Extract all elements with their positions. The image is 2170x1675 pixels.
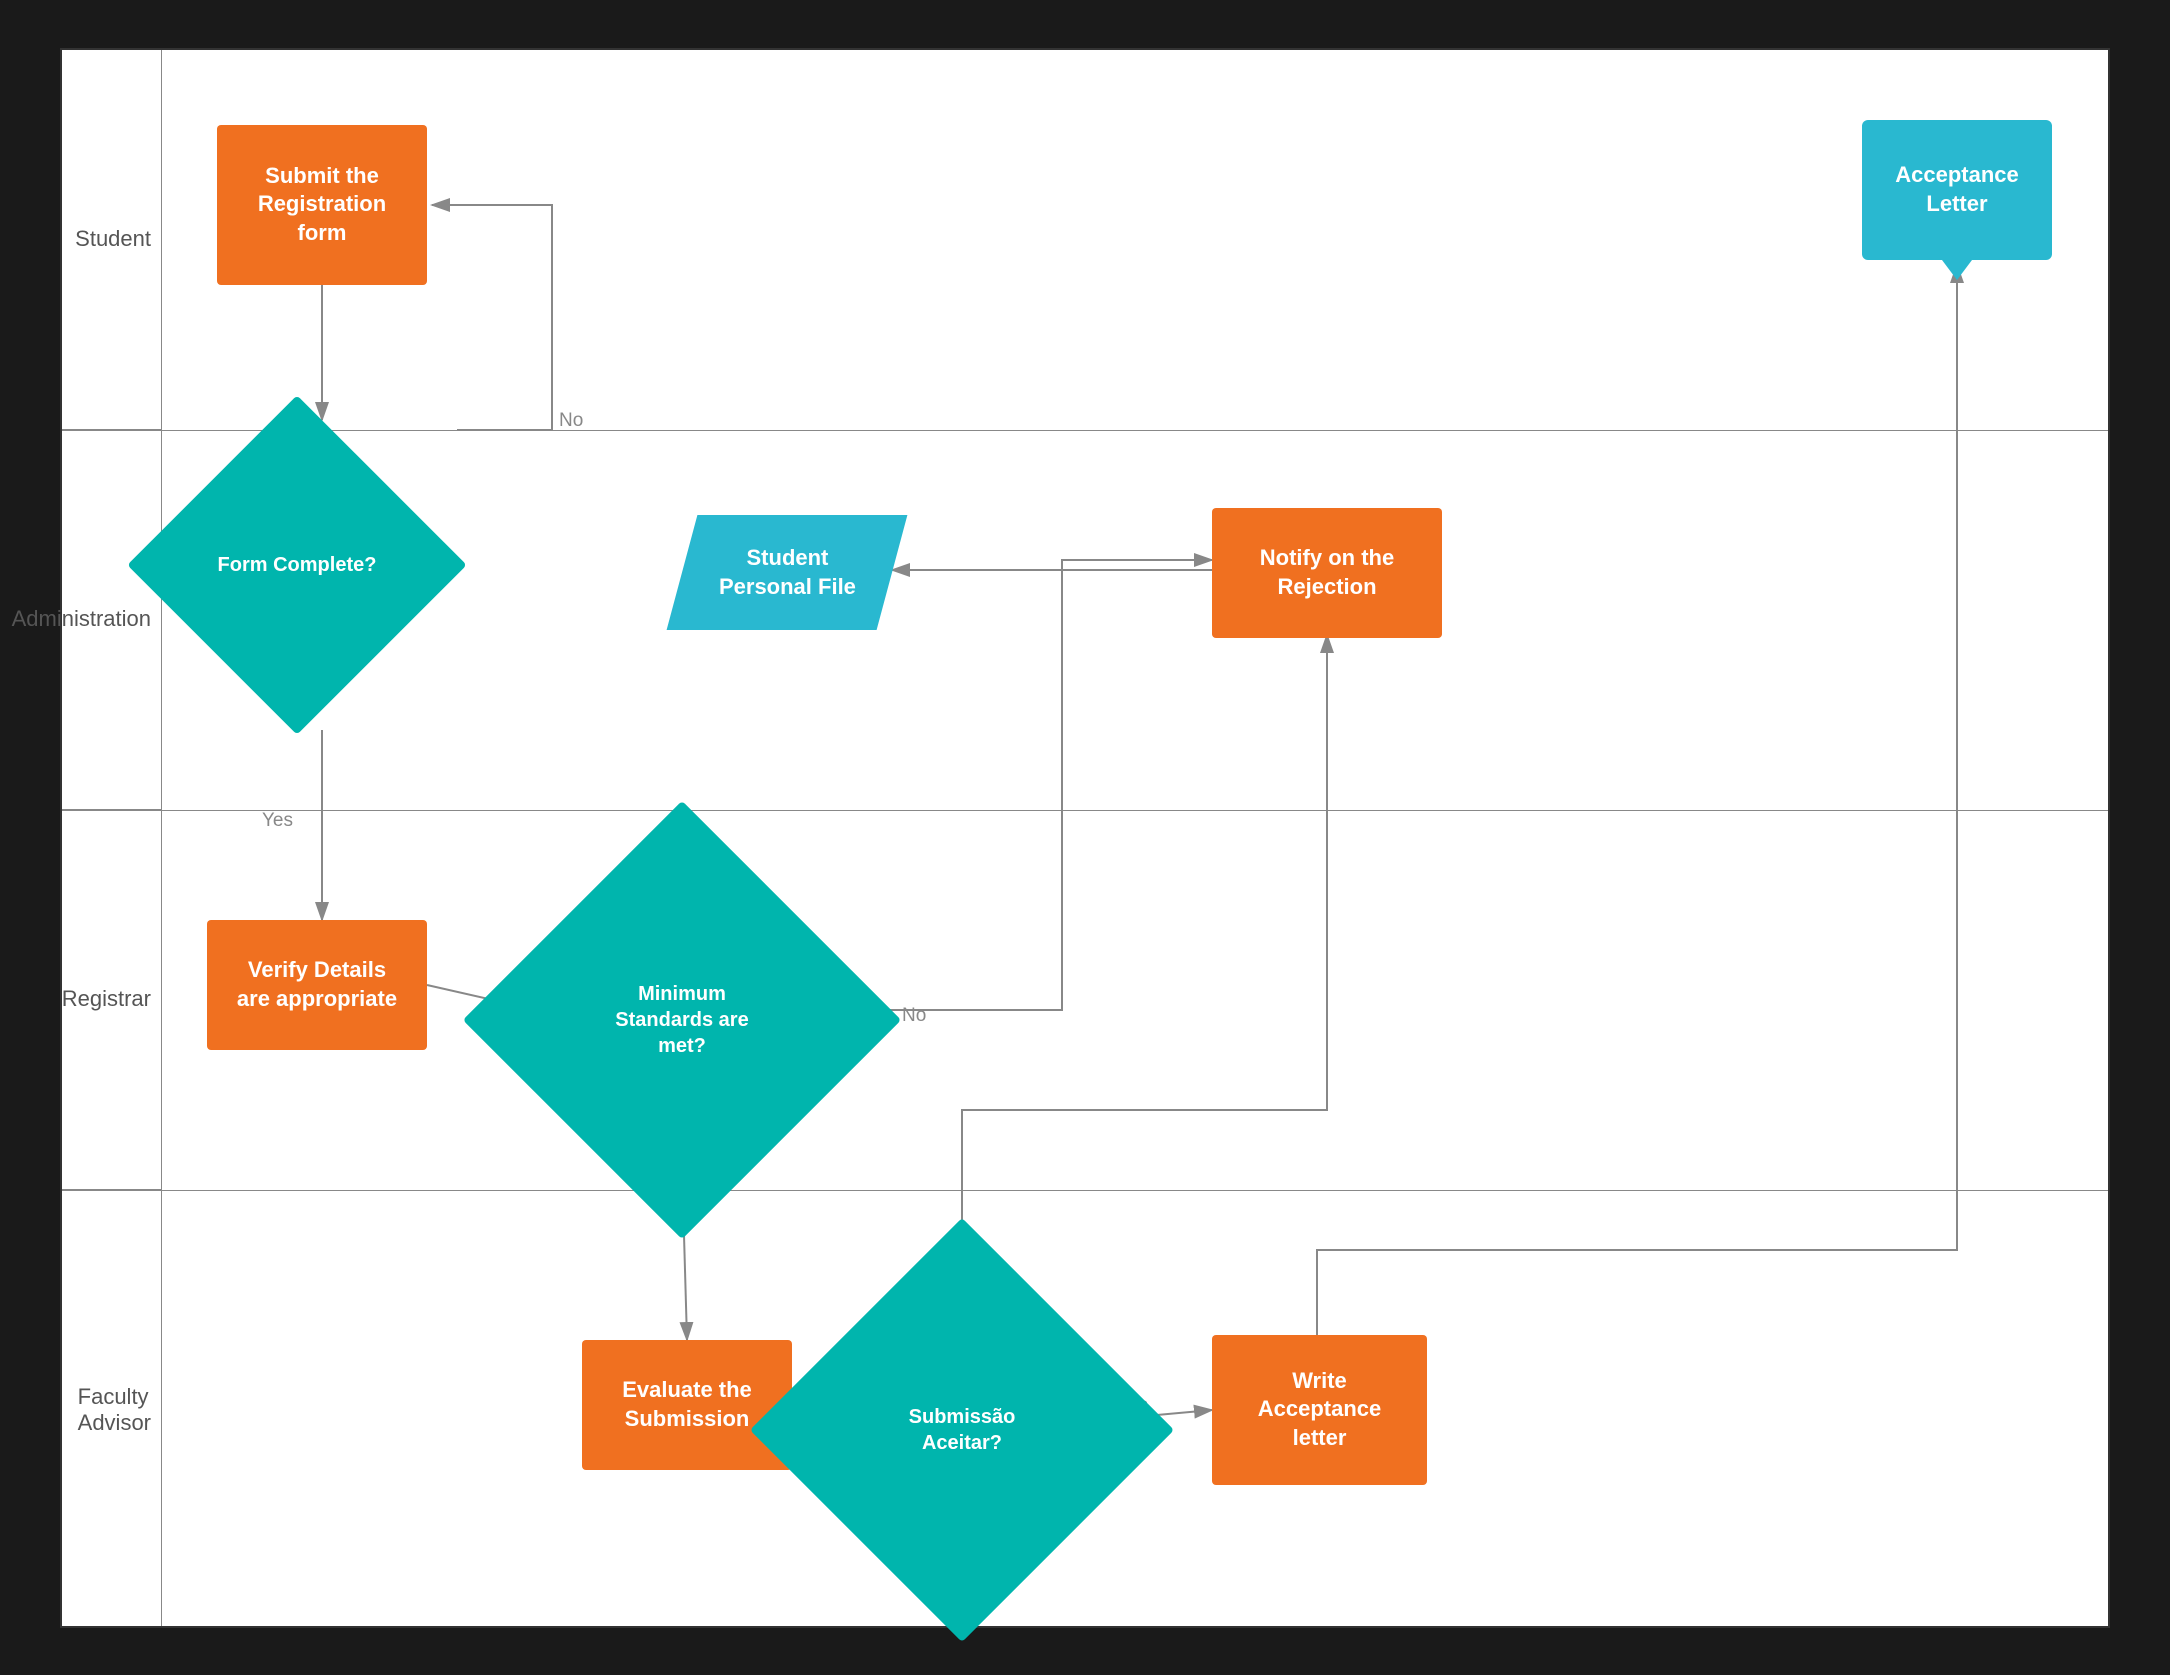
- swimlane-administration: Administration: [62, 430, 161, 810]
- divider-1: [62, 430, 2108, 432]
- verify-details-rect: Verify Detailsare appropriate: [207, 920, 427, 1050]
- write-acceptance-rect: WriteAcceptanceletter: [1212, 1335, 1427, 1485]
- acceptance-letter-callout: AcceptanceLetter: [1862, 120, 2052, 260]
- submissao-aceitar-diamond: SubmissãoAceitar?: [812, 1280, 1112, 1580]
- label-no1: No: [559, 410, 583, 432]
- swimlane-registrar: Registrar: [62, 810, 161, 1190]
- swimlane-student: Student: [62, 50, 161, 430]
- submit-form-rect: Submit theRegistrationform: [217, 125, 427, 285]
- evaluate-submission-rect: Evaluate theSubmission: [582, 1340, 792, 1470]
- divider-2: [62, 810, 2108, 812]
- divider-3: [62, 1190, 2108, 1192]
- diagram-container: Student Administration Registrar Faculty…: [60, 48, 2110, 1628]
- swimlane-labels: Student Administration Registrar Faculty…: [62, 50, 162, 1626]
- swimlane-faculty: FacultyAdvisor: [62, 1190, 161, 1630]
- label-yes1: Yes: [262, 810, 293, 832]
- form-complete-diamond: Form Complete?: [177, 445, 417, 685]
- notify-rejection-rect: Notify on theRejection: [1212, 508, 1442, 638]
- label-no2: No: [902, 1005, 926, 1027]
- student-personal-file: StudentPersonal File: [667, 515, 908, 630]
- minimum-standards-diamond: MinimumStandards aremet?: [527, 865, 837, 1175]
